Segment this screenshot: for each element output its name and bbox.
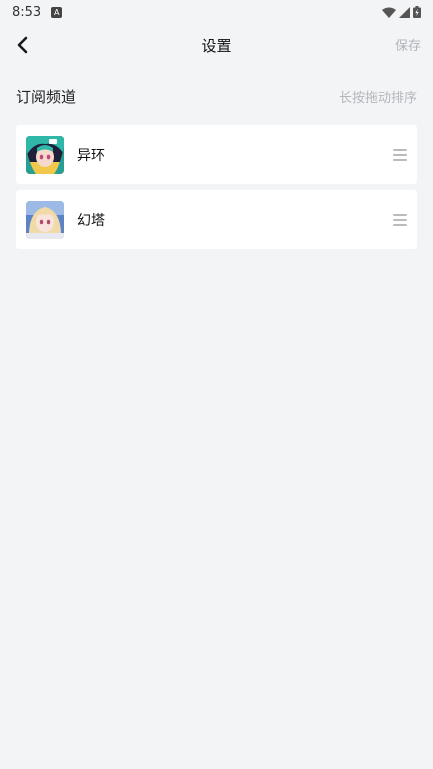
status-indicators [382,6,421,18]
channel-name: 幻塔 [77,212,105,229]
reorder-hint: 长按拖动排序 [338,90,417,106]
drag-handle-icon[interactable] [393,148,407,161]
chevron-left-icon [17,36,28,54]
notification-app-icon: A [51,6,63,18]
channel-list: 异环 幻塔 [16,125,417,255]
page-title: 设置 [201,36,232,55]
save-button[interactable]: 保存 [395,35,421,54]
wifi-icon [382,7,396,18]
battery-icon [413,6,421,18]
back-button[interactable] [12,34,32,56]
channel-avatar-icon [26,200,64,239]
cell-signal-icon [399,6,410,18]
status-time: 8:53 [12,4,42,20]
channel-item-yihuan[interactable]: 异环 [16,125,417,184]
channel-name: 异环 [77,147,105,164]
title-bar: 设置 保存 [0,24,433,66]
subscribed-channels-header: 订阅频道 长按拖动排序 [16,84,417,108]
status-bar: 8:53 A [0,0,433,24]
channel-avatar-icon [26,135,64,174]
drag-handle-icon[interactable] [393,213,407,226]
channel-item-huanta[interactable]: 幻塔 [16,190,417,249]
section-title: 订阅频道 [16,87,77,106]
